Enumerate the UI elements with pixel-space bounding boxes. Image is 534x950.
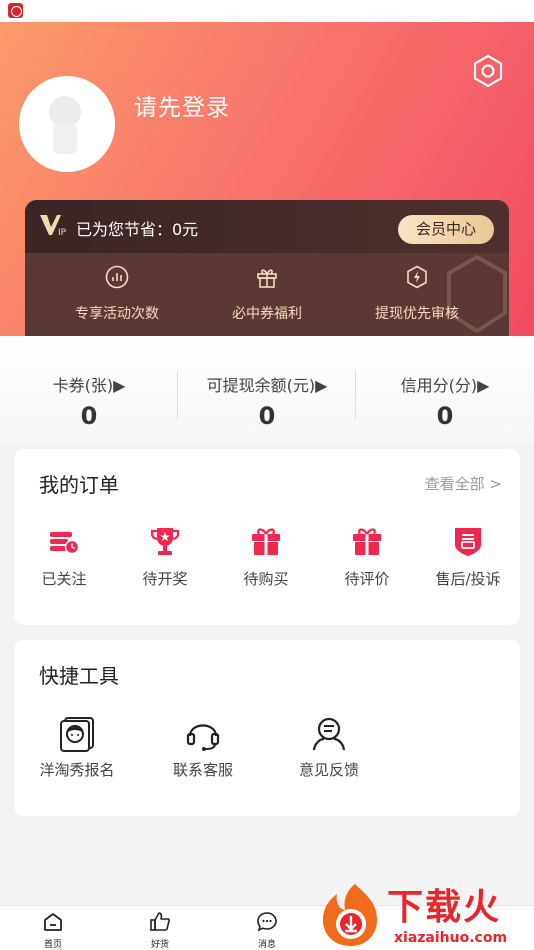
tab-good-deals[interactable]: 好货 bbox=[120, 910, 200, 950]
login-prompt[interactable]: 请先登录 bbox=[134, 88, 230, 122]
stat-value: 0 bbox=[80, 402, 98, 430]
vip-benefit-label: 提现优先审核 bbox=[375, 306, 459, 322]
photo-person-icon bbox=[60, 717, 94, 752]
order-followed[interactable]: 已关注 bbox=[14, 525, 114, 595]
stat-label: 信用分(分)▶ bbox=[400, 376, 490, 395]
gift-box-icon bbox=[353, 528, 381, 555]
tab-label: 首页 bbox=[43, 940, 62, 950]
tab-label: 好货 bbox=[150, 940, 169, 950]
message-icon bbox=[257, 912, 277, 932]
stat-coupons[interactable]: 卡券(张)▶ 0 bbox=[0, 336, 178, 444]
tools-title: 快捷工具 bbox=[39, 664, 119, 688]
vip-card: IP 已为您节省：0元 会员中心 专享活动次数 必中券福利 提现优先审核 bbox=[25, 200, 509, 336]
member-center-button[interactable]: 会员中心 bbox=[398, 215, 494, 244]
stat-credit[interactable]: 信用分(分)▶ 0 bbox=[356, 336, 534, 444]
order-pending-purchase[interactable]: 待购买 bbox=[216, 525, 316, 595]
tool-feedback[interactable]: 意见反馈 bbox=[266, 716, 392, 786]
stat-value: 0 bbox=[436, 402, 454, 430]
vip-benefit-label: 专享活动次数 bbox=[75, 306, 159, 322]
stat-label: 可提现余额(元)▶ bbox=[206, 376, 328, 395]
gift-box-icon bbox=[252, 528, 280, 555]
settings-icon[interactable] bbox=[470, 53, 506, 89]
followed-icon bbox=[50, 532, 80, 555]
stat-balance[interactable]: 可提现余额(元)▶ 0 bbox=[178, 336, 356, 444]
account-stats: 卡券(张)▶ 0 可提现余额(元)▶ 0 信用分(分)▶ 0 bbox=[0, 336, 534, 444]
stat-value: 0 bbox=[258, 402, 276, 430]
vip-benefit-coupon[interactable]: 必中券福利 bbox=[187, 253, 347, 336]
tool-item-label: 意见反馈 bbox=[298, 761, 359, 779]
trophy-icon bbox=[150, 528, 180, 555]
vip-benefits: 专享活动次数 必中券福利 提现优先审核 bbox=[25, 253, 509, 336]
vip-savings-text: 已为您节省：0元 bbox=[76, 220, 199, 239]
order-pending-review[interactable]: 待评价 bbox=[317, 525, 417, 595]
tool-contact-support[interactable]: 联系客服 bbox=[140, 716, 266, 786]
vip-benefit-activity[interactable]: 专享活动次数 bbox=[37, 253, 197, 336]
flame-logo-icon bbox=[323, 884, 377, 946]
profile-header: 请先登录 IP 已为您节省：0元 会员中心 专享活动次数 必中券福利 提现优先审… bbox=[0, 22, 534, 336]
chart-icon bbox=[105, 265, 129, 289]
feedback-icon bbox=[312, 717, 346, 751]
vip-benefit-withdraw[interactable]: 提现优先审核 bbox=[337, 253, 497, 336]
tab-messages[interactable]: 消息 bbox=[227, 910, 307, 950]
order-item-label: 售后/投诉 bbox=[435, 570, 501, 588]
vip-benefit-label: 必中券福利 bbox=[232, 306, 302, 322]
order-after-sales[interactable]: 售后/投诉 bbox=[418, 525, 518, 595]
vip-card-header: IP 已为您节省：0元 会员中心 bbox=[25, 200, 509, 253]
watermark-url: xiazaihuo.com bbox=[394, 930, 508, 946]
status-bar bbox=[0, 0, 534, 22]
my-orders-card: 我的订单 查看全部 > 已关注 待开奖 待购买 待评价 售后/投诉 bbox=[14, 449, 520, 625]
default-avatar-icon bbox=[49, 96, 81, 154]
quick-tools-card: 快捷工具 洋淘秀报名 联系客服 意见反馈 bbox=[14, 640, 520, 816]
tool-item-label: 联系客服 bbox=[172, 761, 233, 779]
vip-logo-icon: IP bbox=[40, 215, 67, 237]
view-all-orders-link[interactable]: 查看全部 > bbox=[425, 473, 502, 494]
order-item-label: 待评价 bbox=[344, 570, 390, 588]
after-sales-icon bbox=[455, 528, 481, 556]
site-watermark: 下载火 xiazaihuo.com bbox=[315, 880, 534, 950]
app-notification-icon bbox=[8, 3, 23, 18]
tool-show-signup[interactable]: 洋淘秀报名 bbox=[14, 716, 140, 786]
tab-label: 消息 bbox=[257, 940, 276, 950]
tool-item-label: 洋淘秀报名 bbox=[39, 761, 115, 779]
stat-label: 卡券(张)▶ bbox=[52, 376, 126, 395]
order-item-label: 待购买 bbox=[243, 570, 289, 588]
order-item-label: 待开奖 bbox=[142, 570, 188, 588]
thumbs-up-icon bbox=[150, 912, 170, 931]
order-pending-draw[interactable]: 待开奖 bbox=[115, 525, 215, 595]
order-item-label: 已关注 bbox=[41, 570, 87, 588]
headset-icon bbox=[186, 724, 220, 751]
watermark-text: 下载火 bbox=[387, 887, 502, 928]
svg-text:IP: IP bbox=[58, 228, 67, 237]
tab-home[interactable]: 首页 bbox=[13, 910, 93, 950]
home-icon bbox=[44, 913, 62, 931]
avatar[interactable] bbox=[19, 76, 115, 172]
orders-title: 我的订单 bbox=[39, 473, 119, 497]
gift-icon bbox=[257, 269, 277, 288]
lightning-icon bbox=[407, 265, 427, 289]
